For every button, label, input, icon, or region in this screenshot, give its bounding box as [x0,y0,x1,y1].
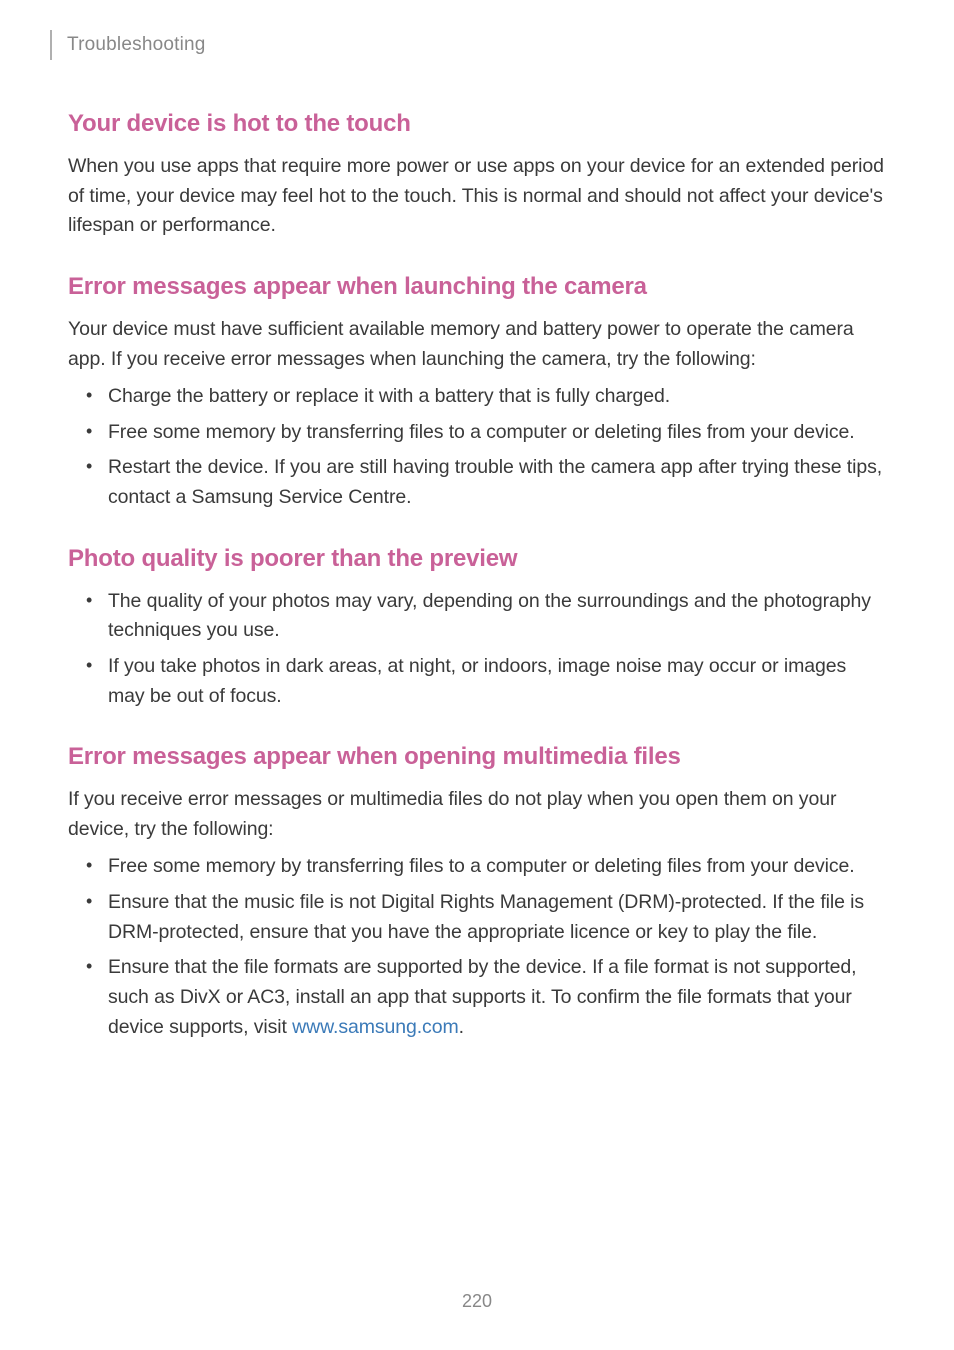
list-item-text: Ensure that the file formats are support… [108,956,856,1037]
section-heading-device-hot: Your device is hot to the touch [68,110,886,138]
page-header: Troubleshooting [50,30,206,60]
list-item-suffix: . [459,1016,464,1038]
section-heading-camera-errors: Error messages appear when launching the… [68,273,886,301]
bullet-list: Charge the battery or replace it with a … [68,382,886,513]
section-heading-multimedia-errors: Error messages appear when opening multi… [68,743,886,771]
list-item: Restart the device. If you are still hav… [68,453,886,512]
page-content: Your device is hot to the touch When you… [68,100,886,1048]
list-item: Free some memory by transferring files t… [68,418,886,448]
list-item: Free some memory by transferring files t… [68,852,886,882]
list-item: If you take photos in dark areas, at nig… [68,652,886,711]
section-body: When you use apps that require more powe… [68,152,886,241]
list-item: The quality of your photos may vary, dep… [68,587,886,646]
section-body: Your device must have sufficient availab… [68,315,886,374]
bullet-list: Free some memory by transferring files t… [68,852,886,1042]
list-item: Ensure that the file formats are support… [68,953,886,1042]
header-divider-icon [50,30,52,60]
section-body: If you receive error messages or multime… [68,785,886,844]
list-item: Ensure that the music file is not Digita… [68,888,886,947]
bullet-list: The quality of your photos may vary, dep… [68,587,886,712]
page-number: 220 [0,1291,954,1312]
breadcrumb: Troubleshooting [67,34,206,56]
list-item: Charge the battery or replace it with a … [68,382,886,412]
samsung-link[interactable]: www.samsung.com [292,1016,458,1038]
section-heading-photo-quality: Photo quality is poorer than the preview [68,545,886,573]
